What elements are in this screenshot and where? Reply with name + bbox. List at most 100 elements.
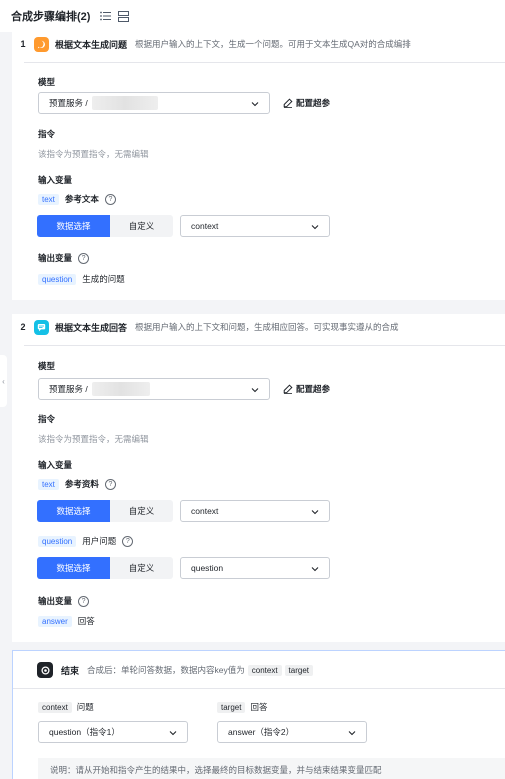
variable-tag: answer xyxy=(38,615,72,627)
key-tag: target xyxy=(284,664,314,676)
divider xyxy=(24,345,505,346)
chevron-down-icon xyxy=(251,388,259,393)
variable-tag: question xyxy=(38,273,77,285)
sidebar-collapse-handle[interactable]: ‹ xyxy=(0,355,7,407)
config-params-label: 配置超参 xyxy=(296,384,331,394)
step-title: 根据文本生成问题 xyxy=(55,39,128,50)
help-icon[interactable]: ? xyxy=(122,535,134,547)
variable-tag: question xyxy=(38,535,77,547)
variable-name: 回答 xyxy=(77,616,95,626)
custom-button[interactable]: 自定义 xyxy=(110,500,173,522)
data-select-button[interactable]: 数据选择 xyxy=(37,215,110,237)
end-field-1-label: context 问题 xyxy=(38,701,94,713)
custom-button[interactable]: 自定义 xyxy=(110,215,173,237)
step-description: 根据用户输入的上下文，生成一个问题。可用于文本生成QA对的合成编排 xyxy=(135,39,411,49)
config-params-button[interactable]: 配置超参 xyxy=(283,383,330,395)
input-variable-select[interactable]: context xyxy=(180,500,330,522)
end-description: 合成后：单轮问答数据，数据内容key值为 xyxy=(87,665,245,675)
instruction-label: 指令 xyxy=(38,414,56,424)
key-tag: context xyxy=(247,664,282,676)
config-params-label: 配置超参 xyxy=(296,98,331,108)
model-select-value: 预置服务 / xyxy=(49,98,88,108)
page-header: 合成步骤编排(2) xyxy=(0,0,505,32)
chevron-down-icon xyxy=(169,731,177,736)
variable-tag: text xyxy=(38,478,59,490)
variable-name: 用户问题 xyxy=(82,536,117,546)
stop-icon xyxy=(37,662,53,678)
end-card: 结束 合成后：单轮问答数据，数据内容key值为 context target c… xyxy=(12,650,505,779)
chevron-down-icon xyxy=(348,731,356,736)
end-note: 说明：请从开始和指令产生的结果中，选择最终的目标数据变量，并与结束结果变量匹配 xyxy=(38,758,505,779)
chevron-down-icon xyxy=(311,225,319,230)
model-select-value: 预置服务 / xyxy=(49,384,88,394)
instruction-hint: 该指令为预置指令，无需编辑 xyxy=(38,434,149,444)
model-label: 模型 xyxy=(38,77,56,87)
redacted-text xyxy=(91,96,158,110)
chat-bubble-icon xyxy=(34,36,49,52)
input-variables-label: 输入变量 xyxy=(38,460,73,470)
output-variables-label: 输出变量 xyxy=(38,253,73,263)
select-value: context xyxy=(191,221,219,231)
model-label: 模型 xyxy=(38,361,56,371)
step-number: 1 xyxy=(20,39,26,49)
chevron-left-icon: ‹ xyxy=(2,376,5,386)
model-select[interactable]: 预置服务 / xyxy=(38,378,270,400)
variable-name: 参考文本 xyxy=(64,194,99,204)
step-title: 根据文本生成回答 xyxy=(55,322,128,333)
chevron-down-icon xyxy=(311,567,319,572)
input-variables-label: 输入变量 xyxy=(38,175,73,185)
select-value: question（指令1） xyxy=(49,727,120,737)
output-variable-row: question 生成的问题 xyxy=(38,273,125,285)
field-tag: target xyxy=(217,701,246,713)
step-2-header: 2 根据文本生成回答 根据用户输入的上下文和问题，生成相应回答。可实现事实遵从的… xyxy=(12,317,505,337)
message-icon xyxy=(34,319,49,335)
edit-icon xyxy=(283,98,293,108)
list-icon[interactable] xyxy=(98,9,112,23)
input-variable-row: question 用户问题 ? xyxy=(38,535,134,547)
page-title: 合成步骤编排(2) xyxy=(11,11,91,23)
step-2-card: 2 根据文本生成回答 根据用户输入的上下文和问题，生成相应回答。可实现事实遵从的… xyxy=(12,314,505,642)
step-number: 2 xyxy=(20,322,26,332)
input-variable-row: text 参考资料 ? xyxy=(38,478,116,490)
edit-icon xyxy=(283,384,293,394)
input-variable-select[interactable]: context xyxy=(180,215,330,237)
output-variables-label-row: 输出变量 ? xyxy=(38,252,90,264)
help-icon[interactable]: ? xyxy=(104,478,116,490)
end-field-2-label: target 回答 xyxy=(217,701,267,713)
help-icon[interactable]: ? xyxy=(78,595,90,607)
output-variable-row: answer 回答 xyxy=(38,615,95,627)
data-select-button[interactable]: 数据选择 xyxy=(37,557,110,579)
field-tag: context xyxy=(38,701,72,713)
select-value: answer（指令2） xyxy=(228,727,295,737)
variable-name: 参考资料 xyxy=(64,479,99,489)
step-description: 根据用户输入的上下文和问题，生成相应回答。可实现事实遵从的合成 xyxy=(135,322,399,332)
redacted-text xyxy=(91,382,150,396)
variable-tag: text xyxy=(38,193,59,205)
step-1-card: 1 根据文本生成问题 根据用户输入的上下文，生成一个问题。可用于文本生成QA对的… xyxy=(12,32,505,300)
input-variable-row: text 参考文本 ? xyxy=(38,193,116,205)
help-icon[interactable]: ? xyxy=(78,252,90,264)
divider xyxy=(13,688,505,689)
end-field-2-select[interactable]: answer（指令2） xyxy=(217,721,367,743)
input-source-toggle: 数据选择 自定义 xyxy=(37,557,173,579)
end-field-1-select[interactable]: question（指令1） xyxy=(38,721,188,743)
instruction-hint: 该指令为预置指令，无需编辑 xyxy=(38,149,149,159)
field-name: 问题 xyxy=(76,702,94,712)
output-variables-label-row: 输出变量 ? xyxy=(38,595,90,607)
end-header: 结束 合成后：单轮问答数据，数据内容key值为 context target xyxy=(37,662,314,678)
layout-icon[interactable] xyxy=(116,9,130,23)
input-source-toggle: 数据选择 自定义 xyxy=(37,215,173,237)
data-select-button[interactable]: 数据选择 xyxy=(37,500,110,522)
config-params-button[interactable]: 配置超参 xyxy=(283,97,330,109)
help-icon[interactable]: ? xyxy=(104,193,116,205)
output-variables-label: 输出变量 xyxy=(38,596,73,606)
custom-button[interactable]: 自定义 xyxy=(110,557,173,579)
model-select[interactable]: 预置服务 / xyxy=(38,92,270,114)
input-source-toggle: 数据选择 自定义 xyxy=(37,500,173,522)
input-variable-select[interactable]: question xyxy=(180,557,330,579)
field-name: 回答 xyxy=(250,702,268,712)
variable-name: 生成的问题 xyxy=(82,274,125,284)
divider xyxy=(24,62,505,63)
select-value: question xyxy=(191,563,224,573)
chevron-down-icon xyxy=(311,510,319,515)
